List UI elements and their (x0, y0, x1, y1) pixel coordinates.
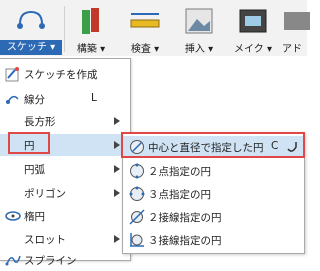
three-tangent-circle-icon (130, 233, 144, 247)
menu-item-label: 楕円 (24, 211, 45, 223)
make-tab-label: メイク ▾ (234, 44, 272, 55)
addins-tab-label: アド (282, 44, 302, 55)
sketch-tab-label: スケッチ ▾ (0, 40, 62, 55)
submenu-item-two-tangent-circle[interactable]: ２接線指定の円 (123, 206, 304, 228)
circle-callout-box (8, 132, 50, 154)
toolbar-divider (64, 6, 65, 52)
addins-icon (284, 12, 310, 30)
submenu-item-label: ２点指定の円 (148, 166, 211, 178)
sketch-icon (17, 10, 45, 29)
create-sketch-icon (5, 67, 19, 82)
submenu-arrow-icon (114, 165, 120, 173)
menu-item-create-sketch[interactable]: スケッチを作成 (0, 63, 130, 85)
menu-item-line[interactable]: 線分 L (0, 88, 130, 110)
submenu-arrow-icon (114, 189, 120, 197)
menu-item-rectangle[interactable]: 長方形 (0, 110, 130, 132)
menu-item-polygon[interactable]: ポリゴン (0, 182, 130, 204)
two-tangent-circle-icon (129, 209, 145, 225)
menu-item-label: 円弧 (24, 164, 45, 176)
construct-tab[interactable]: 構築 ▾ (66, 0, 116, 56)
menu-item-spline[interactable]: スプライン (0, 249, 130, 271)
two-point-circle-icon (130, 163, 144, 179)
submenu-callout-box (121, 132, 305, 158)
inspect-tab-label: 検査 ▾ (130, 44, 160, 55)
menu-item-label: 長方形 (24, 116, 56, 128)
construct-tab-label: 構築 ▾ (76, 44, 106, 55)
menu-item-label: ポリゴン (24, 188, 66, 200)
inspect-tab[interactable]: 検査 ▾ (120, 0, 170, 56)
submenu-arrow-icon (114, 235, 120, 243)
insert-icon (185, 8, 213, 34)
menu-item-slot[interactable]: スロット (0, 228, 130, 250)
menu-item-label: スケッチを作成 (24, 69, 98, 81)
menu-item-label: スプライン (24, 255, 77, 267)
menu-item-label: スロット (24, 234, 66, 246)
toolbar: スケッチ ▾ 構築 ▾ 検査 ▾ 挿入 ▾ メイク ▾ アド (0, 0, 310, 56)
inspect-icon (130, 13, 160, 28)
make-tab[interactable]: メイク ▾ (228, 0, 278, 56)
make-icon (239, 9, 267, 33)
menu-item-arc[interactable]: 円弧 (0, 158, 130, 180)
three-point-circle-icon (129, 186, 145, 201)
addins-tab[interactable]: アド (282, 0, 312, 56)
menu-item-label: 線分 (24, 94, 45, 106)
submenu-item-three-tangent-circle[interactable]: ３接線指定の円 (123, 229, 304, 251)
insert-tab[interactable]: 挿入 ▾ (174, 0, 224, 56)
menu-item-shortcut: L (91, 92, 97, 104)
submenu-item-label: ３接線指定の円 (148, 235, 222, 247)
submenu-arrow-icon (114, 141, 120, 149)
ellipse-icon (5, 211, 21, 221)
spline-icon (5, 255, 21, 266)
menu-item-ellipse[interactable]: 楕円 (0, 205, 130, 227)
submenu-arrow-icon (114, 117, 120, 125)
construct-icon (82, 8, 99, 34)
submenu-item-label: ３点指定の円 (148, 189, 211, 201)
submenu-item-label: ２接線指定の円 (148, 212, 222, 224)
submenu-item-two-point-circle[interactable]: ２点指定の円 (123, 160, 304, 182)
insert-tab-label: 挿入 ▾ (184, 44, 214, 55)
sketch-tab[interactable]: スケッチ ▾ (0, 0, 62, 56)
sketch-menu: スケッチを作成 線分 L 長方形 円 円弧 ポリゴン 楕円 スロット スプライン (0, 58, 131, 267)
submenu-item-three-point-circle[interactable]: ３点指定の円 (123, 183, 304, 205)
line-icon (6, 95, 19, 104)
